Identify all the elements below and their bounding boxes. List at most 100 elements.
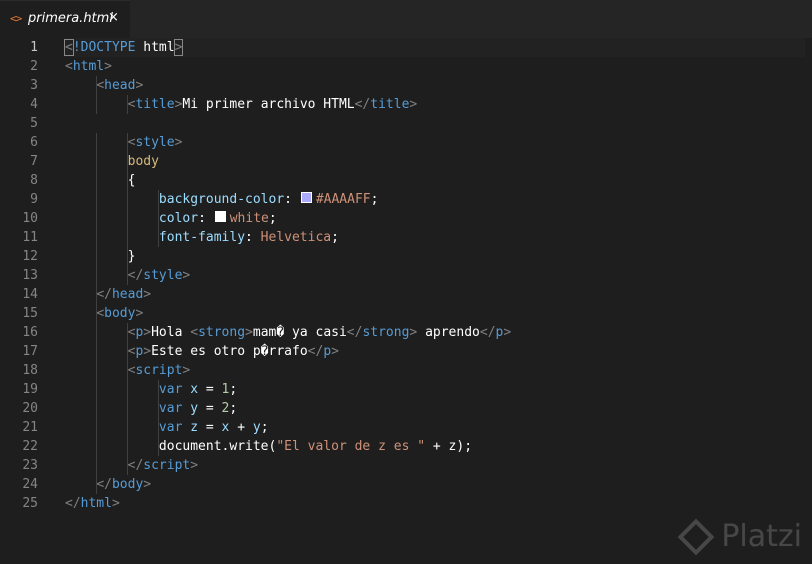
- line-number: 15: [22, 306, 38, 321]
- color-swatch-icon[interactable]: [300, 192, 312, 203]
- code-token: >: [245, 325, 253, 340]
- indent-guide: [96, 266, 97, 285]
- line-number: 13: [22, 268, 38, 283]
- line-number: 21: [22, 420, 38, 435]
- code-line[interactable]: color: white;: [65, 209, 805, 228]
- indent-guide: [96, 76, 97, 95]
- code-line[interactable]: var x = 1;: [65, 380, 805, 399]
- code-token: <: [64, 39, 74, 56]
- code-token: >: [104, 59, 112, 74]
- code-line[interactable]: </html>: [65, 494, 805, 513]
- indent-guide: [127, 247, 129, 266]
- indent-guide: [96, 171, 97, 190]
- indent-guide: [158, 228, 160, 247]
- indent-guide: [158, 399, 160, 418]
- code-token: </: [307, 344, 324, 359]
- indent-guide: [96, 418, 97, 437]
- line-number: 18: [22, 363, 38, 378]
- code-token: </: [354, 97, 371, 112]
- code-token: write: [229, 439, 269, 454]
- line-number: 23: [22, 458, 38, 473]
- code-token: :: [198, 211, 214, 226]
- code-token: >: [174, 135, 183, 150]
- code-token: Hola: [151, 325, 191, 340]
- code-token: >: [409, 97, 418, 112]
- code-line[interactable]: <!DOCTYPE html>: [64, 38, 805, 57]
- code-token: >: [182, 268, 191, 283]
- tab-bar: <> primera.html ×: [0, 0, 812, 38]
- code-token: >: [503, 325, 512, 340]
- platzi-logo-icon: [677, 518, 715, 555]
- code-token: =: [205, 382, 222, 397]
- code-line[interactable]: body: [65, 152, 805, 171]
- code-token: body: [127, 154, 159, 169]
- code-line[interactable]: </body>: [65, 475, 805, 494]
- code-line[interactable]: </head>: [65, 285, 805, 304]
- code-line[interactable]: <html>: [65, 57, 805, 76]
- code-line[interactable]: font-family: Helvetica;: [65, 228, 805, 247]
- code-token: <: [190, 325, 199, 340]
- code-token: {: [127, 173, 136, 188]
- line-number: 14: [22, 287, 38, 302]
- line-number: 25: [22, 496, 38, 511]
- indent-guide: [96, 380, 97, 399]
- code-token: !DOCTYPE: [72, 40, 136, 55]
- code-token: head: [111, 287, 144, 302]
- close-icon[interactable]: ×: [108, 10, 119, 25]
- code-line[interactable]: <script>: [65, 361, 805, 380]
- code-token: ;: [229, 401, 238, 416]
- indent-guide: [127, 361, 129, 380]
- indent-guide: [96, 95, 97, 114]
- code-token: =: [205, 401, 222, 416]
- indent-guide: [158, 418, 160, 437]
- code-editor[interactable]: 1 2 3 4 5 6 7 8 9 10 11 12 13 14 15 16 17 18 19 20 21 22 23 24 2…: [0, 38, 812, 564]
- code-token: </: [96, 287, 112, 302]
- line-number: 9: [30, 192, 38, 207]
- code-line[interactable]: <body>: [65, 304, 805, 323]
- indent-guide: [96, 399, 97, 418]
- code-token: =: [205, 420, 222, 435]
- tab-label: primera.html: [28, 11, 113, 26]
- code-line[interactable]: background-color: #AAAAFF;: [65, 190, 805, 209]
- line-number: 11: [22, 230, 38, 245]
- code-token: ;: [229, 382, 238, 397]
- code-line[interactable]: var z = x + y;: [65, 418, 805, 437]
- code-line[interactable]: <p>Este es otro p�rrafo</p>: [65, 342, 805, 361]
- code-line[interactable]: <head>: [65, 76, 805, 95]
- code-line[interactable]: }: [65, 247, 805, 266]
- code-token: +: [425, 439, 449, 454]
- code-token: </: [65, 496, 81, 511]
- indent-guide: [127, 342, 129, 361]
- code-token: html: [135, 40, 175, 55]
- code-line[interactable]: <style>: [65, 133, 805, 152]
- code-line[interactable]: </script>: [65, 456, 805, 475]
- indent-guide: [127, 266, 129, 285]
- code-token: aprendo: [417, 325, 480, 340]
- indent-guide: [158, 380, 160, 399]
- code-line[interactable]: {: [65, 171, 805, 190]
- code-token: ;: [268, 211, 277, 226]
- code-area[interactable]: <!DOCTYPE html> <html> <head> <title>Mi p…: [64, 38, 805, 513]
- code-line[interactable]: document.write("El valor de z es " + z);: [65, 437, 805, 456]
- indent-guide: [96, 228, 97, 247]
- code-line[interactable]: </style>: [65, 266, 805, 285]
- code-line[interactable]: [65, 114, 805, 133]
- indent-guide: [127, 190, 129, 209]
- code-line[interactable]: <p>Hola <strong>mam� ya casi</strong> ap…: [65, 323, 805, 342]
- code-token: body: [104, 306, 136, 321]
- code-token: strong: [198, 325, 246, 340]
- tab-primera-html[interactable]: <> primera.html ×: [0, 0, 130, 38]
- code-token: >: [111, 496, 120, 511]
- indent-guide: [96, 323, 97, 342]
- indent-guide: [96, 133, 97, 152]
- code-line[interactable]: <title>Mi primer archivo HTML</title>: [65, 95, 805, 114]
- code-line[interactable]: var y = 2;: [65, 399, 805, 418]
- color-swatch-icon[interactable]: [214, 211, 226, 222]
- line-number: 12: [22, 249, 38, 264]
- code-token: color: [158, 211, 199, 226]
- code-token: );: [456, 439, 473, 454]
